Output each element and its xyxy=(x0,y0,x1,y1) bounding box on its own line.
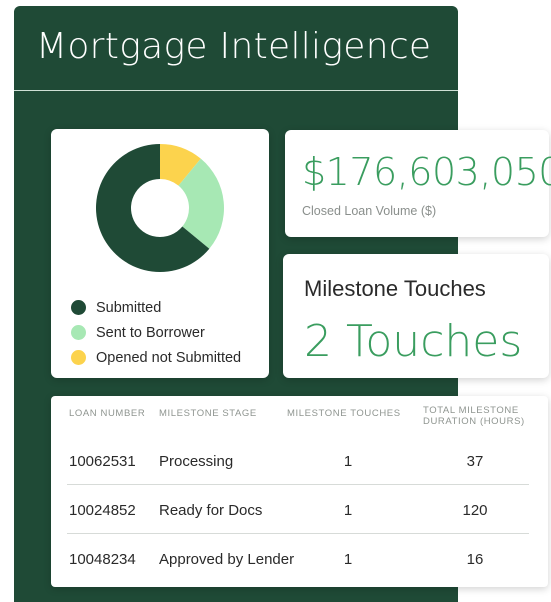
column-header-milestone-stage: MILESTONE STAGE xyxy=(159,408,257,419)
legend-swatch-sent-to-borrower xyxy=(71,325,86,340)
chart-legend: Submitted Sent to Borrower Opened not Su… xyxy=(71,295,241,370)
legend-item-submitted: Submitted xyxy=(71,295,241,320)
milestone-touches-card: Milestone Touches 2 Touches xyxy=(283,254,549,378)
loan-number-cell: 10062531 xyxy=(69,453,136,470)
milestone-touches-cell: 1 xyxy=(343,502,353,519)
dashboard: Mortgage Intelligence Submitted Sent to … xyxy=(0,0,551,602)
legend-label: Opened not Submitted xyxy=(96,349,242,366)
column-header-milestone-touches: MILESTONE TOUCHES xyxy=(287,408,401,419)
loan-number-cell: 10024852 xyxy=(69,502,136,519)
legend-label: Submitted xyxy=(96,299,162,316)
duration-cell: 37 xyxy=(466,453,484,470)
legend-swatch-submitted xyxy=(71,300,86,315)
column-header-loan-number: LOAN NUMBER xyxy=(69,408,146,419)
milestone-touches-title: Milestone Touches xyxy=(304,276,486,301)
table-row[interactable]: 10024852 Ready for Docs 1 120 xyxy=(67,485,529,534)
legend-item-sent-to-borrower: Sent to Borrower xyxy=(71,320,241,345)
page-title: Mortgage Intelligence xyxy=(36,26,432,67)
duration-cell: 16 xyxy=(466,551,484,568)
table-row[interactable]: 10062531 Processing 1 37 xyxy=(67,436,529,485)
loan-number-cell: 10048234 xyxy=(69,551,136,568)
milestone-stage-cell: Approved by Lender xyxy=(159,551,295,568)
legend-item-opened-not-submitted: Opened not Submitted xyxy=(71,345,241,370)
milestone-stage-cell: Ready for Docs xyxy=(159,502,263,519)
table-row[interactable]: 10048234 Approved by Lender 1 16 xyxy=(67,534,529,583)
milestone-touches-value: 2 Touches xyxy=(304,316,523,367)
title-divider xyxy=(14,90,458,91)
closed-loan-volume-value: $176,603,050 xyxy=(302,150,551,194)
column-header-total-duration: TOTAL MILESTONE DURATION (HOURS) xyxy=(423,405,525,427)
closed-loan-volume-label: Closed Loan Volume ($) xyxy=(302,204,437,218)
milestone-status-card: Submitted Sent to Borrower Opened not Su… xyxy=(51,129,269,378)
duration-cell: 120 xyxy=(462,502,488,519)
milestone-touches-cell: 1 xyxy=(343,551,353,568)
legend-swatch-opened-not-submitted xyxy=(71,350,86,365)
milestone-stage-cell: Processing xyxy=(159,453,234,470)
donut-chart xyxy=(95,144,224,272)
milestone-touches-cell: 1 xyxy=(343,453,353,470)
loan-table: LOAN NUMBER MILESTONE STAGE MILESTONE TO… xyxy=(51,396,548,587)
closed-loan-volume-card: $176,603,050 Closed Loan Volume ($) xyxy=(285,130,551,237)
legend-label: Sent to Borrower xyxy=(96,324,205,341)
